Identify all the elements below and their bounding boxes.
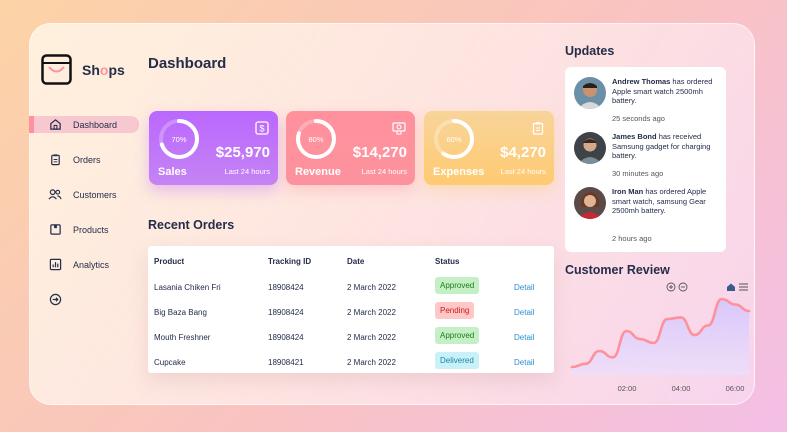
svg-text:$: $ [259,124,264,134]
clipboard-icon [532,122,544,135]
row-3-tracking: 18908424 [268,333,304,342]
column-header-tracking: Tracking ID [268,257,312,266]
chart-icon [47,257,63,273]
sidebar-item-products[interactable]: Products [29,221,139,238]
row-3-status-badge: Approved [435,327,480,344]
update-time: 2 hours ago [612,234,652,243]
sidebar-item-label: Dashboard [73,119,118,130]
expenses-card[interactable]: 60% Expenses $4,270 Last 24 hours [424,111,554,185]
sales-value: $25,970 [215,144,270,161]
expenses-percent: 60% [446,134,462,144]
revenue-value: $14,270 [352,144,407,161]
users-icon [47,187,63,203]
row-1-tracking: 18908424 [268,283,304,292]
column-header-date: Date [347,257,365,266]
package-icon [47,222,63,238]
review-area [572,299,749,375]
update-time: 30 minutes ago [612,169,664,178]
row-4-date: 2 March 2022 [347,358,396,367]
zoom-out-icon[interactable] [678,282,688,292]
row-4-status-badge: Delivered [435,352,479,369]
row-1-product: Lasania Chiken Fri [154,283,221,292]
x-tick-label: 02:00 [618,384,637,393]
customer-review-chart: 02:00 04:00 06:00 [570,282,751,393]
sidebar-item-customers[interactable]: Customers [29,186,139,203]
row-2-date: 2 March 2022 [347,308,396,317]
row-1-date: 2 March 2022 [347,283,396,292]
money-icon [392,122,406,135]
row-2-status-badge: Pending [435,302,475,319]
expenses-period: Last 24 hours [500,167,546,176]
revenue-card[interactable]: 80% Revenue $14,270 Last 24 hours [286,111,415,185]
row-1-detail-link[interactable]: Detail [514,283,534,292]
column-header-status: Status [435,257,460,266]
signout-icon [47,292,63,308]
column-header-product: Product [154,257,185,266]
revenue-title: Revenue [295,166,341,178]
sales-period: Last 24 hours [224,167,270,176]
recent-orders-title: Recent Orders [148,218,235,232]
expenses-title: Expenses [433,166,485,178]
avatar [574,77,606,109]
row-2-product: Big Baza Bang [154,308,207,317]
updates-title: Updates [565,44,615,58]
sidebar-item-orders[interactable]: Orders [29,151,139,168]
home-icon[interactable] [727,283,735,292]
clipboard-icon [47,152,63,168]
sidebar-item-label: Products [73,224,109,235]
sidebar-item-label: Analytics [73,259,110,270]
avatar [574,187,606,219]
update-text: Andrew Thomas has ordered Apple smart wa… [612,77,713,105]
expenses-value: $4,270 [500,144,546,161]
home-icon [47,117,63,133]
row-2-tracking: 18908424 [268,308,304,317]
update-text: Iron Man has ordered Apple smart watch, … [612,187,707,215]
update-time: 25 seconds ago [612,114,665,123]
row-4-detail-link[interactable]: Detail [514,358,534,367]
signout-button[interactable] [29,291,139,308]
row-2-detail-link[interactable]: Detail [514,308,534,317]
revenue-percent: 80% [308,134,324,144]
revenue-period: Last 24 hours [361,167,407,176]
update-text: James Bond has received Samsung gadget f… [612,132,711,160]
menu-icon[interactable] [739,283,748,291]
sidebar-item-dashboard[interactable]: Dashboard [29,116,139,133]
row-4-tracking: 18908421 [268,358,304,367]
row-3-date: 2 March 2022 [347,333,396,342]
sales-title: Sales [158,166,187,178]
row-3-product: Mouth Freshner [154,333,211,342]
sales-card[interactable]: 70% Sales $ $25,970 Last 24 hours [149,111,278,185]
row-3-detail-link[interactable]: Detail [514,333,534,342]
avatar [574,132,606,164]
sidebar-item-analytics[interactable]: Analytics [29,256,139,273]
sales-percent: 70% [171,134,187,144]
zoom-in-icon[interactable] [666,282,676,292]
page-title: Dashboard [148,55,227,72]
dollar-icon: $ [255,121,269,135]
shop-bag-logo-icon [41,54,72,85]
row-1-status-badge: Approved [435,277,480,294]
sidebar-item-label: Customers [73,189,117,200]
x-tick-label: 04:00 [672,384,691,393]
updates-panel: Andrew Thomas has ordered Apple smart wa… [565,67,726,252]
orders-table: Product Tracking ID Date Status Lasania … [148,246,554,373]
brand-name: Shops [82,62,125,78]
sidebar-item-label: Orders [73,154,101,165]
row-4-product: Cupcake [154,358,186,367]
x-tick-label: 06:00 [726,384,745,393]
customer-review-title: Customer Review [565,263,670,277]
